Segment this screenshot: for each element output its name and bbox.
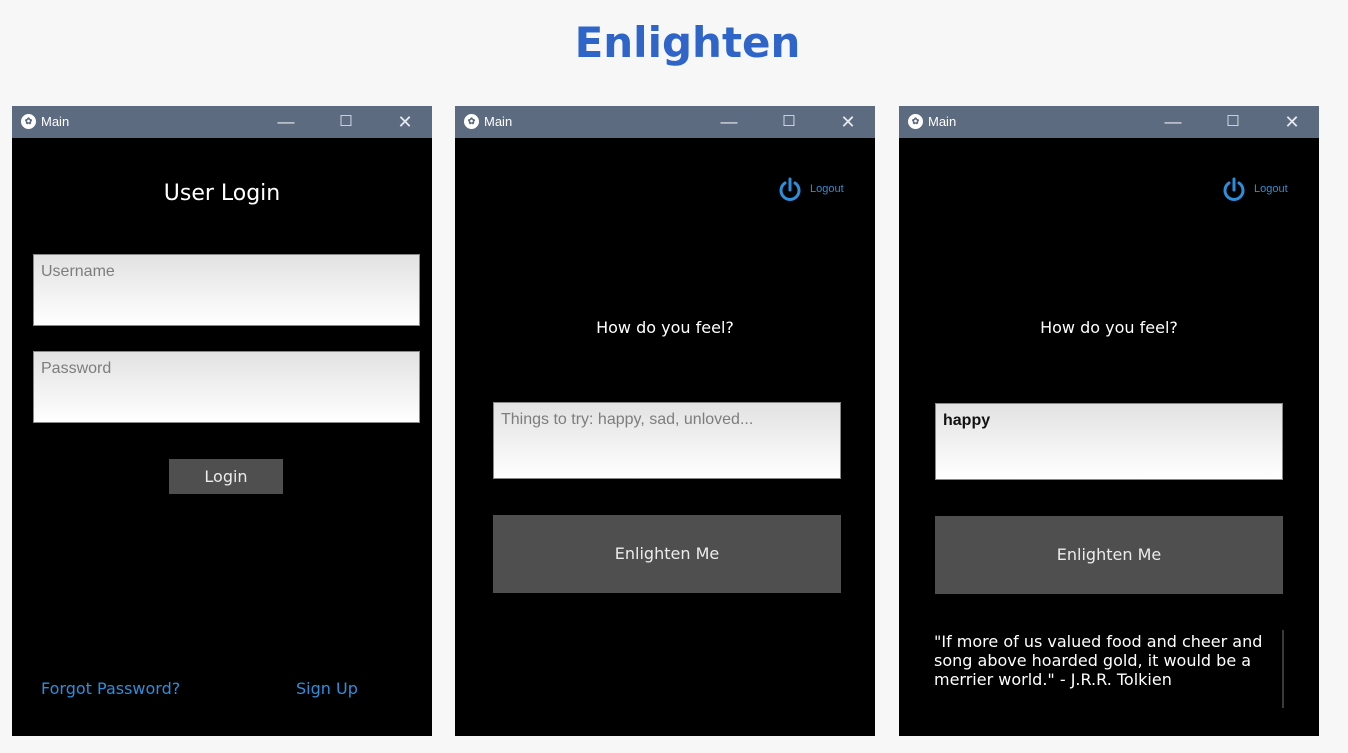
kivy-app-icon: ✿ (908, 114, 923, 129)
ask-window: ✿ Main — ☐ ✕ Logout How do you feel? Thi… (455, 106, 875, 736)
feel-prompt: How do you feel? (596, 318, 734, 337)
login-window: ✿ Main — ☐ ✕ User Login Username Passwor… (12, 106, 432, 736)
window-title: Main (928, 114, 957, 129)
username-field[interactable]: Username (33, 254, 420, 326)
window-titlebar[interactable]: ✿ Main — ☐ ✕ (455, 106, 875, 138)
logout-label: Logout (810, 183, 844, 195)
username-placeholder: Username (41, 263, 115, 280)
feeling-value: happy (943, 412, 991, 429)
window-titlebar[interactable]: ✿ Main — ☐ ✕ (12, 106, 432, 138)
power-icon (779, 177, 801, 201)
maximize-icon[interactable]: ☐ (1222, 111, 1244, 133)
sign-up-link[interactable]: Sign Up (296, 679, 358, 698)
password-field[interactable]: Password (33, 351, 420, 423)
login-heading: User Login (163, 181, 281, 206)
feeling-placeholder: Things to try: happy, sad, unloved... (501, 411, 754, 428)
minimize-icon[interactable]: — (718, 111, 740, 133)
window-title: Main (41, 114, 70, 129)
logout-button[interactable]: Logout (776, 176, 858, 206)
power-icon (1223, 177, 1245, 201)
close-icon[interactable]: ✕ (1281, 111, 1303, 133)
close-icon[interactable]: ✕ (394, 111, 416, 133)
quote-scrollbar[interactable] (1282, 630, 1284, 708)
kivy-app-icon: ✿ (464, 114, 479, 129)
window-titlebar[interactable]: ✿ Main — ☐ ✕ (899, 106, 1319, 138)
logout-button[interactable]: Logout (1220, 176, 1302, 206)
feel-prompt: How do you feel? (1040, 318, 1178, 337)
login-button[interactable]: Login (169, 459, 283, 494)
maximize-icon[interactable]: ☐ (778, 111, 800, 133)
page-title: Enlighten (574, 18, 801, 67)
window-title: Main (484, 114, 513, 129)
maximize-icon[interactable]: ☐ (335, 111, 357, 133)
feeling-input[interactable]: happy (935, 403, 1283, 480)
close-icon[interactable]: ✕ (837, 111, 859, 133)
minimize-icon[interactable]: — (1162, 111, 1184, 133)
result-window: ✿ Main — ☐ ✕ Logout How do you feel? hap… (899, 106, 1319, 736)
quote-text: "If more of us valued food and cheer and… (934, 632, 1263, 689)
feeling-input[interactable]: Things to try: happy, sad, unloved... (493, 402, 841, 479)
forgot-password-link[interactable]: Forgot Password? (41, 679, 180, 698)
minimize-icon[interactable]: — (275, 111, 297, 133)
enlighten-button[interactable]: Enlighten Me (935, 516, 1283, 594)
logout-label: Logout (1254, 183, 1288, 195)
password-placeholder: Password (41, 360, 112, 377)
kivy-app-icon: ✿ (21, 114, 36, 129)
enlighten-button[interactable]: Enlighten Me (493, 515, 841, 593)
